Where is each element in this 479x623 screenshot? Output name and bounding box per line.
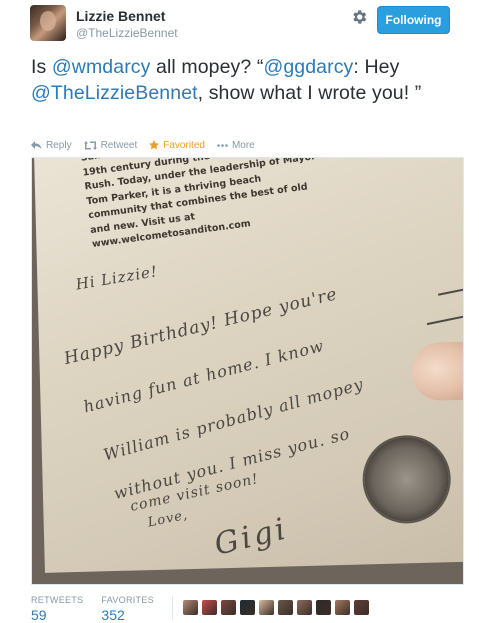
favoriter-avatar[interactable] [334, 600, 350, 615]
reply-action[interactable]: Reply [31, 140, 72, 151]
tweet-photo[interactable]: Sanditon, California was founded in the1… [31, 157, 464, 585]
tweet-actions: Reply Retweet Favorited More [31, 138, 267, 152]
favorites-label: FAVORITES [101, 595, 154, 605]
favorited-label: Favorited [163, 139, 205, 151]
favoriters-list [182, 600, 373, 615]
postcard: Sanditon, California was founded in the1… [34, 158, 463, 573]
favoriter-avatar[interactable] [239, 600, 255, 615]
stats-divider [171, 596, 173, 620]
retweet-label: Retweet [100, 139, 138, 151]
mention-link[interactable]: @wmdarcy [52, 56, 151, 78]
address-line [437, 286, 463, 296]
handwritten-greeting: Hi Lizzie! [74, 262, 160, 294]
seal-stamp [363, 436, 450, 523]
address-line [426, 313, 463, 325]
more-dots-icon [217, 143, 228, 147]
tweet-text-segment: Is [31, 56, 52, 78]
thumb-photo-detail [411, 341, 463, 402]
postcard-printed-text: Sanditon, California was founded in the1… [80, 158, 331, 252]
favorites-stat[interactable]: FAVORITES 352 [101, 596, 154, 623]
handwritten-closing: Love, [146, 507, 190, 531]
mention-link[interactable]: @ggdarcy [263, 56, 353, 78]
tweet-text-segment: all mopey? “ [150, 56, 264, 78]
favoriter-avatar[interactable] [201, 600, 217, 615]
favoriter-avatar[interactable] [277, 600, 293, 615]
retweets-stat[interactable]: RETWEETS 59 [31, 596, 83, 623]
user-name[interactable]: Lizzie Bennet [76, 8, 165, 24]
retweet-icon [83, 140, 97, 150]
favoriter-avatar[interactable] [220, 600, 236, 615]
favoriter-avatar[interactable] [315, 600, 331, 615]
following-button[interactable]: Following [377, 6, 450, 34]
tweet-stats: RETWEETS 59 FAVORITES 352 [31, 596, 373, 623]
tweet-header: Lizzie Bennet @TheLizzieBennet Following [0, 0, 479, 48]
handwritten-signature: Gigi [211, 511, 292, 563]
star-icon [149, 140, 160, 150]
favoriter-avatar[interactable] [182, 600, 198, 615]
user-handle[interactable]: @TheLizzieBennet [76, 26, 178, 40]
retweet-action[interactable]: Retweet [83, 139, 138, 151]
favoriter-avatar[interactable] [258, 600, 274, 615]
more-action[interactable]: More [217, 140, 255, 151]
favorited-action[interactable]: Favorited [149, 140, 205, 151]
gear-icon[interactable] [350, 8, 368, 26]
tweet-text-segment: : Hey [353, 56, 400, 78]
user-avatar[interactable] [30, 5, 66, 41]
reply-icon [31, 140, 42, 149]
favorites-count: 352 [101, 607, 125, 623]
mention-link[interactable]: @TheLizzieBennet [31, 82, 198, 104]
retweets-count: 59 [31, 607, 47, 623]
tweet-text-segment: , show what I wrote you! ” [197, 82, 422, 104]
tweet-text: Is @wmdarcy all mopey? “@ggdarcy: Hey @T… [31, 54, 461, 106]
retweets-label: RETWEETS [31, 595, 84, 605]
more-label: More [231, 139, 255, 151]
favoriter-avatar[interactable] [296, 600, 312, 615]
reply-label: Reply [46, 139, 72, 151]
favoriter-avatar[interactable] [353, 600, 369, 615]
